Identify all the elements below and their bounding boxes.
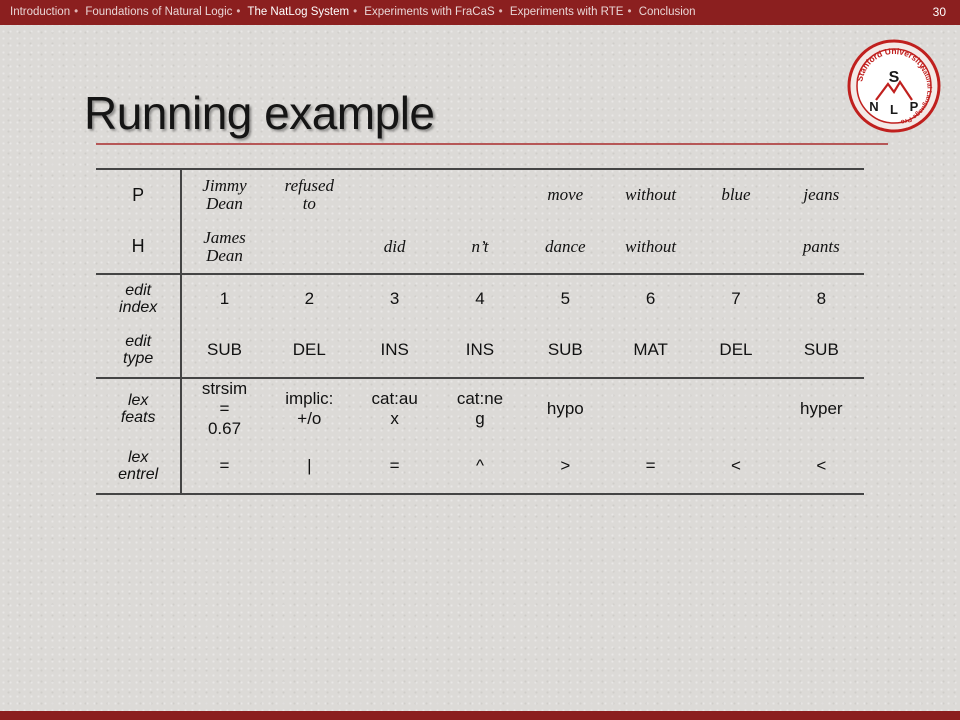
row-label-lex-entrel: lex entrel (96, 439, 183, 495)
svg-text:L: L (890, 102, 898, 117)
cell-h-7 (693, 220, 779, 275)
slide-title: Running example (84, 87, 435, 139)
svg-text:P: P (910, 99, 919, 114)
cell-lex-entrel-5: > (522, 439, 608, 495)
stanford-nlp-logo: Stanford University Natural Language Pro… (846, 38, 941, 133)
table-row-lex-entrel: lex entrel = | = ^ > = < < (96, 439, 864, 495)
table-row-h: H James Dean did n’t dance without pants (96, 220, 864, 275)
alignment-table: P Jimmy Dean refused to move without blue jeans H… (96, 168, 864, 495)
cell-lex-entrel-4: ^ (437, 439, 523, 495)
cell-edit-type-5: SUB (522, 323, 608, 379)
cell-lex-feats-8: hyper (800, 399, 843, 418)
cell-h-3: did (351, 220, 438, 275)
nav-separator: • (236, 6, 241, 18)
cell-lex-feats-4: cat:ne g (456, 389, 504, 428)
row-label-p: P (96, 168, 183, 220)
cell-lex-entrel-3: = (351, 439, 438, 495)
cell-h-8: pants (778, 220, 864, 275)
table-row-p: P Jimmy Dean refused to move without blue jeans (96, 168, 864, 220)
cell-lex-entrel-6: = (607, 439, 694, 495)
nav-item-conclusion[interactable]: Conclusion (639, 6, 696, 18)
cell-edit-type-1: SUB (181, 323, 267, 379)
cell-edit-index-3: 3 (389, 289, 400, 308)
table-row-lex-feats: lex feats strsim = 0.67 implic: +/o cat:au x cat:… (96, 378, 864, 439)
cell-h-4: n’t (437, 220, 523, 275)
cell-lex-entrel-8: < (778, 439, 864, 495)
row-label-edit-type: edit type (96, 323, 183, 379)
cell-edit-index-4: 4 (475, 289, 485, 308)
cell-lex-feats-2: implic: +/o (285, 389, 334, 428)
nav-separator: • (627, 6, 632, 18)
cell-h-6: without (607, 220, 694, 275)
cell-edit-index-5: 5 (560, 289, 571, 308)
cell-lex-entrel-1: = (181, 439, 267, 495)
nav-item-introduction[interactable]: Introduction (10, 6, 70, 18)
nav-item-natlog-system[interactable]: The NatLog System (247, 6, 349, 18)
cell-edit-type-8: SUB (778, 323, 864, 379)
cell-edit-type-6: MAT (607, 323, 694, 379)
cell-p-4 (437, 168, 523, 220)
cell-p-2: refused to (266, 168, 352, 220)
top-navigation-bar: Introduction • Foundations of Natural Log… (0, 0, 960, 25)
cell-edit-type-7: DEL (693, 323, 779, 379)
cell-lex-feats-3: cat:au x (371, 389, 418, 428)
row-label-lex-feats: lex feats (96, 378, 183, 439)
cell-lex-feats-1: strsim = 0.67 (201, 379, 248, 438)
cell-edit-type-4: INS (437, 323, 523, 379)
nav-item-foundations[interactable]: Foundations of Natural Logic (85, 6, 232, 18)
section-breadcrumb: Introduction • Foundations of Natural Log… (10, 6, 870, 19)
nav-item-fracas[interactable]: Experiments with FraCaS (364, 6, 494, 18)
nav-item-rte[interactable]: Experiments with RTE (510, 6, 624, 18)
cell-edit-index-1: 1 (219, 289, 230, 308)
cell-edit-index-8: 8 (816, 289, 827, 308)
cell-h-2 (266, 220, 352, 275)
cell-p-7: blue (693, 168, 779, 220)
cell-edit-index-6: 6 (645, 289, 656, 308)
cell-edit-index-2: 2 (304, 289, 315, 308)
cell-h-1: James Dean (181, 220, 267, 275)
cell-p-6: without (607, 168, 694, 220)
cell-lex-entrel-7: < (693, 439, 779, 495)
cell-lex-feats-7 (693, 378, 778, 439)
bottom-bar (0, 711, 960, 720)
cell-h-5: dance (522, 220, 608, 275)
row-label-h: H (96, 220, 183, 275)
title-divider (96, 143, 888, 145)
page-number: 30 (932, 5, 946, 19)
table-row-edit-index: edit index 1 2 3 4 5 6 7 8 (96, 274, 864, 323)
cell-lex-feats-6 (608, 378, 693, 439)
cell-p-8: jeans (778, 168, 864, 220)
cell-edit-type-2: DEL (266, 323, 352, 379)
row-label-edit-index: edit index (96, 274, 183, 323)
cell-lex-entrel-2: | (266, 439, 352, 495)
cell-edit-index-7: 7 (731, 289, 741, 308)
cell-p-5: move (522, 168, 608, 220)
cell-p-1: Jimmy Dean (181, 168, 267, 220)
cell-p-3 (351, 168, 438, 220)
table-row-edit-type: edit type SUB DEL INS INS SUB MAT DEL SUB (96, 323, 864, 379)
nav-separator: • (498, 6, 503, 18)
svg-text:S: S (889, 69, 900, 86)
nav-separator: • (74, 6, 79, 18)
cell-lex-feats-5: hypo (546, 399, 584, 418)
cell-edit-type-3: INS (351, 323, 438, 379)
nav-separator: • (353, 6, 358, 18)
svg-text:N: N (869, 99, 878, 114)
